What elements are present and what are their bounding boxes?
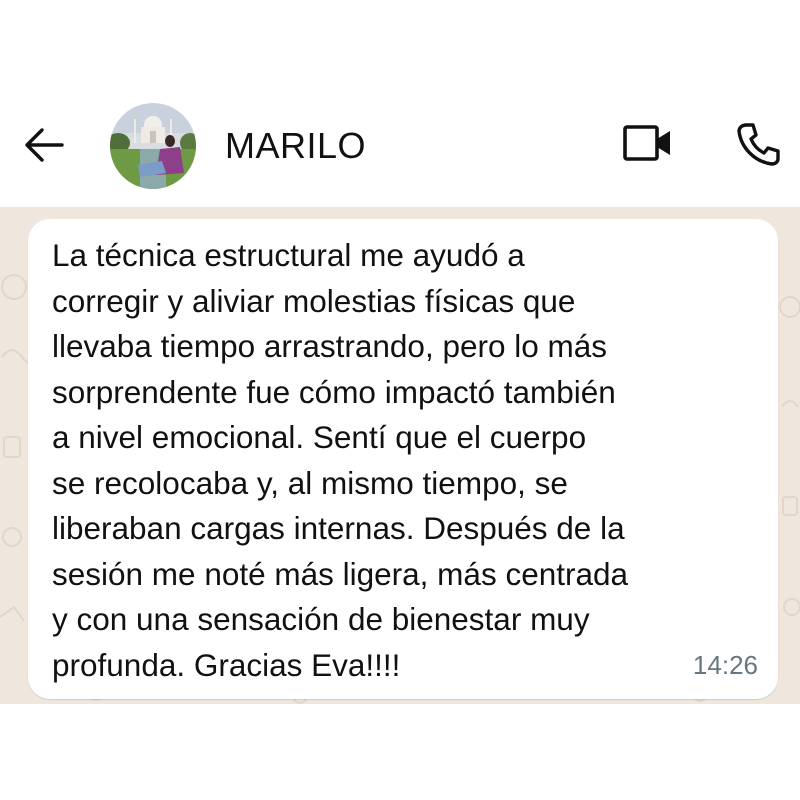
contact-name[interactable]: MARILO — [225, 125, 366, 167]
chat-screen: MARILO La técnica estructural me ayudó a… — [0, 0, 800, 800]
arrow-left-icon — [25, 128, 64, 162]
video-call-button[interactable] — [622, 123, 674, 163]
avatar-photo — [110, 103, 196, 189]
chat-area[interactable]: La técnica estructural me ayudó a correg… — [0, 207, 800, 704]
video-camera-icon — [623, 125, 670, 161]
avatar[interactable] — [110, 103, 196, 189]
voice-call-button[interactable] — [736, 121, 782, 167]
message-bubble[interactable]: La técnica estructural me ayudó a correg… — [28, 219, 778, 699]
chat-header: MARILO — [0, 95, 800, 207]
back-button[interactable] — [22, 123, 66, 167]
message-timestamp: 14:26 — [692, 650, 758, 680]
phone-icon — [737, 123, 780, 166]
message-text: La técnica estructural me ayudó a correg… — [52, 237, 629, 683]
